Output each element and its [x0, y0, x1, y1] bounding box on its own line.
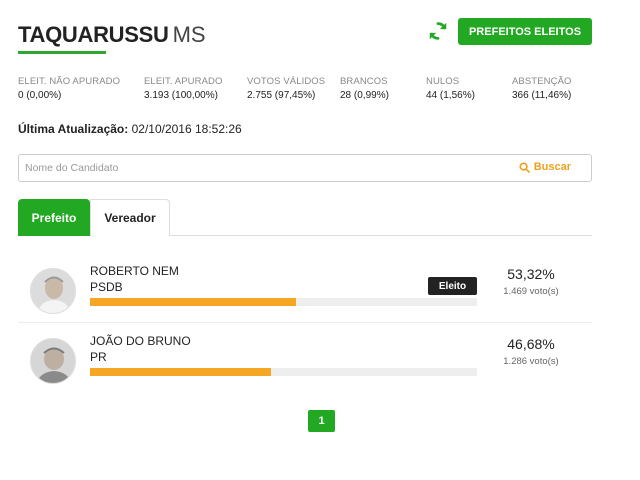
stat-label: ELEIT. APURADO — [144, 76, 223, 87]
candidate-avatar — [30, 338, 76, 384]
stat-label: VOTOS VÁLIDOS — [247, 76, 326, 87]
vote-bar-track — [90, 368, 477, 376]
page-title: TAQUARUSSU MS — [18, 22, 206, 48]
divider — [18, 322, 592, 323]
candidate-row: ROBERTO NEM PSDB Eleito 53,32% 1.469 vot… — [18, 264, 592, 326]
stat-label: NULOS — [426, 76, 460, 87]
title-underline — [18, 51, 106, 54]
search-icon — [519, 161, 530, 173]
person-photo-icon — [31, 269, 75, 313]
elected-badge: Eleito — [428, 277, 477, 295]
tab-vereador[interactable]: Vereador — [90, 199, 170, 236]
search-button-label: Buscar — [533, 161, 571, 173]
stat-abstencao: ABSTENÇÃO 366 (11,46%) — [512, 76, 572, 101]
vote-bar-fill — [90, 298, 297, 306]
stat-label: ABSTENÇÃO — [512, 76, 572, 87]
tabs: Prefeito Vereador — [18, 199, 592, 236]
last-update: Última Atualização: 02/10/2016 18:52:26 — [18, 122, 242, 136]
stat-value: 3.193 (100,00%) — [144, 90, 218, 101]
stat-votos-validos: VOTOS VÁLIDOS 2.755 (97,45%) — [247, 76, 325, 101]
stat-label: BRANCOS — [340, 76, 388, 87]
page-button-current[interactable]: 1 — [308, 410, 335, 432]
candidate-percent: 46,68% — [507, 336, 555, 352]
candidate-avatar — [30, 268, 76, 314]
stat-eleit-nao-apurado: ELEIT. NÃO APURADO 0 (0,00%) — [18, 76, 120, 101]
last-update-label: Última Atualização: — [18, 122, 129, 136]
search-box: Buscar — [18, 154, 592, 182]
candidate-votes: 1.286 voto(s) — [503, 356, 559, 367]
refresh-icon[interactable] — [427, 20, 449, 42]
candidate-party: PSDB — [90, 280, 123, 294]
stat-value: 2.755 (97,45%) — [247, 90, 316, 101]
person-photo-icon — [31, 339, 75, 383]
vote-bar-track — [90, 298, 477, 306]
stat-nulos: NULOS 44 (1,56%) — [426, 76, 475, 101]
stat-eleit-apurado: ELEIT. APURADO 3.193 (100,00%) — [144, 76, 222, 101]
stat-value: 0 (0,00%) — [18, 90, 62, 101]
candidate-votes: 1.469 voto(s) — [503, 286, 559, 297]
stat-value: 44 (1,56%) — [426, 90, 475, 101]
candidate-party: PR — [90, 350, 107, 364]
candidate-percent: 53,32% — [507, 266, 555, 282]
city-name: TAQUARUSSU — [18, 22, 169, 47]
vote-bar-fill — [90, 368, 271, 376]
candidate-search-input[interactable] — [25, 159, 505, 177]
candidate-name: ROBERTO NEM — [90, 264, 179, 278]
last-update-value: 02/10/2016 18:52:26 — [131, 122, 242, 136]
stat-value: 28 (0,99%) — [340, 90, 389, 101]
prefeitos-eleitos-button[interactable]: PREFEITOS ELEITOS — [458, 18, 592, 45]
state-name: MS — [172, 22, 206, 47]
stat-brancos: BRANCOS 28 (0,99%) — [340, 76, 389, 101]
candidate-name: JOÃO DO BRUNO — [90, 334, 191, 348]
candidate-row: JOÃO DO BRUNO PR 46,68% 1.286 voto(s) — [18, 334, 592, 396]
stat-value: 366 (11,46%) — [512, 90, 572, 101]
search-button[interactable]: Buscar — [519, 161, 571, 173]
stat-label: ELEIT. NÃO APURADO — [18, 76, 121, 87]
tab-prefeito[interactable]: Prefeito — [18, 199, 90, 236]
